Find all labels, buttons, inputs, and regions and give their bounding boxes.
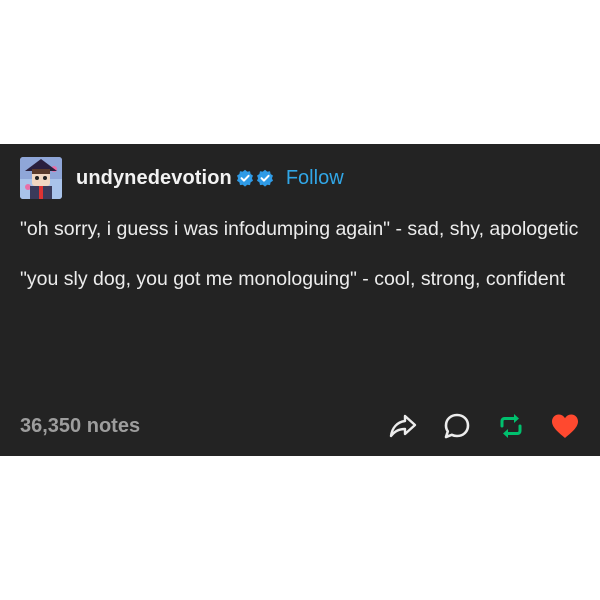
tumblr-post: undynedevotion Follow "oh sorry, i guess… — [0, 144, 600, 456]
avatar-icon — [20, 157, 62, 199]
follow-button[interactable]: Follow — [286, 167, 344, 190]
reply-icon — [444, 413, 470, 439]
verified-badge-icon — [236, 169, 254, 187]
verified-badge-icon — [256, 169, 274, 187]
avatar[interactable] — [20, 157, 62, 199]
notes-count[interactable]: 36,350 notes — [20, 415, 140, 438]
post-footer: 36,350 notes — [20, 410, 580, 442]
post-actions — [364, 411, 580, 441]
like-icon — [552, 414, 578, 438]
share-button[interactable] — [388, 411, 418, 441]
post-paragraph: "oh sorry, i guess i was infodumping aga… — [20, 218, 579, 240]
post-paragraph: "you sly dog, you got me monologuing" - … — [20, 268, 565, 290]
post-body: "oh sorry, i guess i was infodumping aga… — [20, 214, 580, 314]
reblog-icon — [500, 414, 522, 438]
post-header: undynedevotion Follow — [20, 157, 344, 199]
reply-button[interactable] — [442, 411, 472, 441]
reblog-button[interactable] — [496, 411, 526, 441]
like-button[interactable] — [550, 411, 580, 441]
share-icon — [389, 414, 417, 438]
username[interactable]: undynedevotion — [76, 167, 232, 190]
